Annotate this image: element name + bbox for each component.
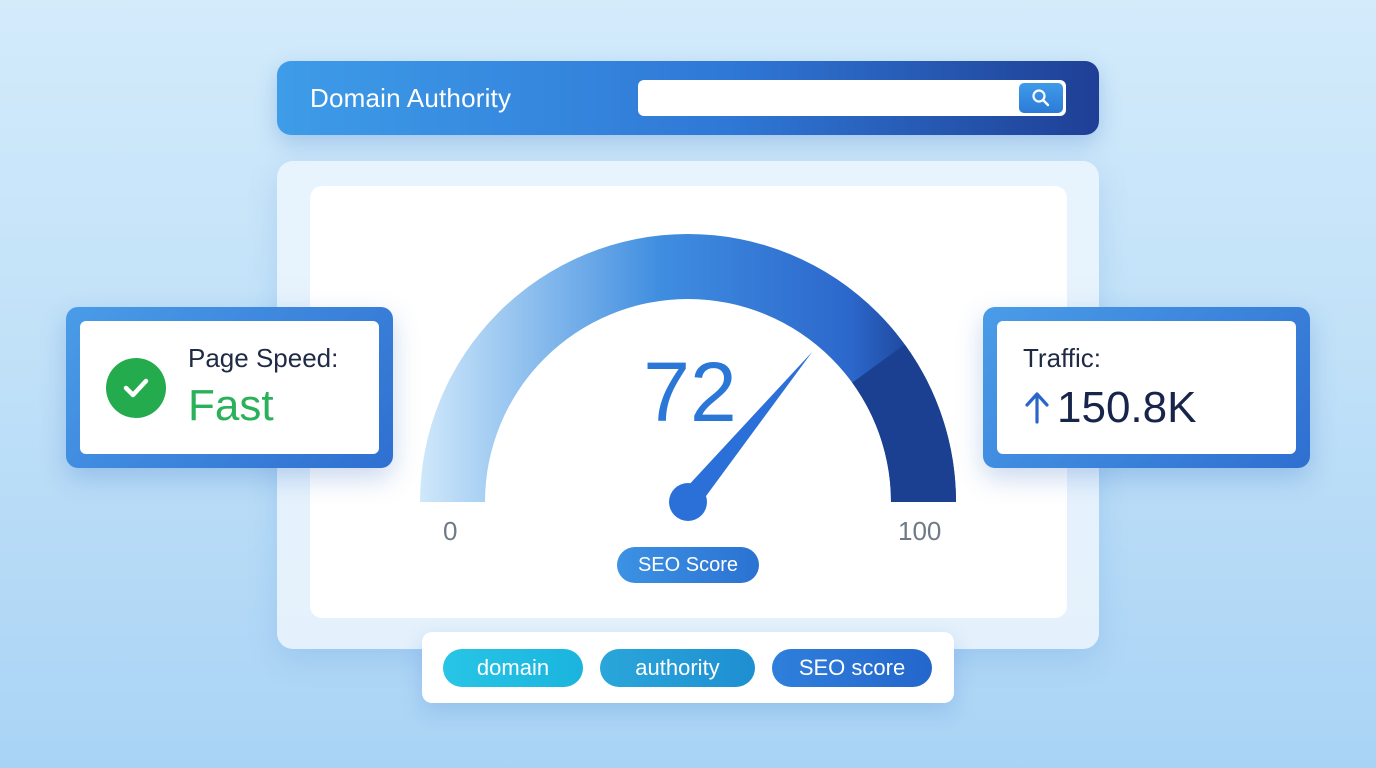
tag-domain[interactable]: domain bbox=[443, 649, 583, 687]
traffic-card-body: Traffic: 150.8K bbox=[997, 321, 1296, 454]
seo-score-badge: SEO Score bbox=[617, 547, 759, 583]
traffic-value: 150.8K bbox=[1057, 383, 1197, 432]
page-speed-card-body: Page Speed: Fast bbox=[80, 321, 379, 454]
tag-authority[interactable]: authority bbox=[600, 649, 755, 687]
page-speed-label: Page Speed: bbox=[188, 343, 339, 373]
traffic-card: Traffic: 150.8K bbox=[983, 307, 1310, 468]
gauge-max-label: 100 bbox=[898, 516, 942, 546]
arrow-up-icon bbox=[1025, 392, 1049, 424]
page-speed-card: Page Speed: Fast bbox=[66, 307, 393, 468]
traffic-row: 150.8K bbox=[1023, 383, 1196, 433]
seo-score-value: 72 bbox=[643, 345, 737, 439]
check-circle-icon bbox=[106, 358, 166, 418]
gauge-min-label: 0 bbox=[443, 516, 458, 546]
traffic-label: Traffic: bbox=[1023, 343, 1102, 373]
tag-bar: domain authority SEO score bbox=[422, 632, 954, 703]
page-speed-value: Fast bbox=[188, 381, 274, 430]
tag-seo-score[interactable]: SEO score bbox=[772, 649, 932, 687]
gauge-needle-hub bbox=[669, 483, 707, 521]
